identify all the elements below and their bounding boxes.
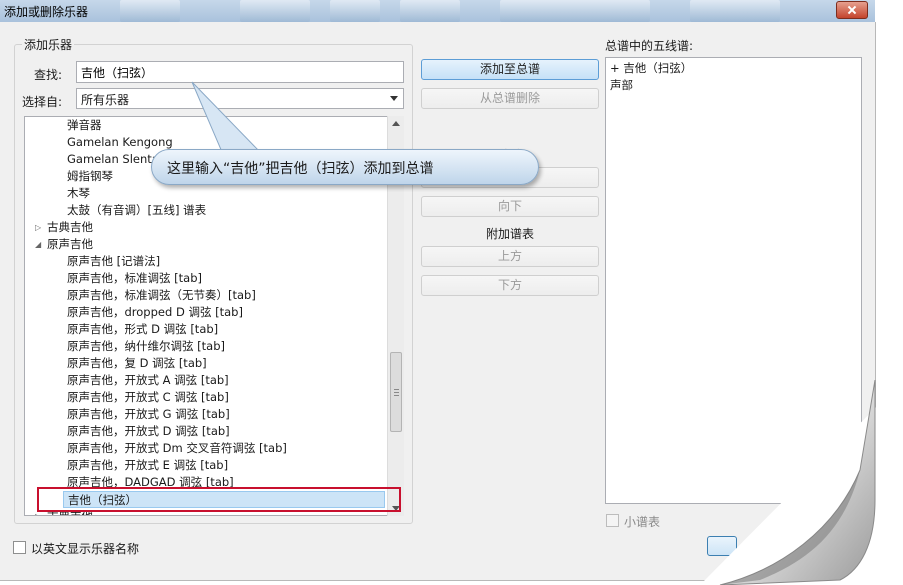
tree-expanded-icon[interactable]: ◢ xyxy=(35,236,41,253)
small-staff-label: 小谱表 xyxy=(624,515,661,529)
choose-from-label: 选择自: xyxy=(22,95,63,109)
english-names-checkbox[interactable] xyxy=(13,541,26,554)
score-staves-label: 总谱中的五线谱: xyxy=(605,39,694,53)
tree-collapsed-icon[interactable]: ▷ xyxy=(35,219,41,236)
tree-row-label: 原声吉他，形式 D 调弦 [tab] xyxy=(67,322,219,336)
tree-row-label: 原声吉他 [记谱法] xyxy=(67,254,161,268)
title-bar xyxy=(0,0,875,23)
tree-row[interactable]: 原声吉他，开放式 D 调弦 [tab] xyxy=(67,423,230,440)
tree-row-label: 弹音器 xyxy=(67,118,102,132)
score-staff-item[interactable]: 声部 xyxy=(610,77,633,94)
score-staff-item[interactable]: + 吉他（扫弦） xyxy=(610,60,692,77)
callout-text: 这里输入“吉他”把吉他（扫弦）添加到总谱 xyxy=(167,161,434,177)
tree-row-label: 原声吉他，标准调弦 [tab] xyxy=(67,271,202,285)
tree-row[interactable]: 原声吉他，dropped D 调弦 [tab] xyxy=(67,304,243,321)
add-instrument-group-label: 添加乐器 xyxy=(22,36,75,53)
tree-row[interactable]: 原声吉他，标准调弦（无节奏）[tab] xyxy=(67,287,256,304)
tree-row[interactable]: 原声吉他，开放式 A 调弦 [tab] xyxy=(67,372,229,389)
tree-row[interactable]: 弹音器 xyxy=(67,117,102,134)
tree-row-label: 原声吉他，开放式 A 调弦 [tab] xyxy=(67,373,229,387)
tree-row-label: 原声吉他，开放式 Dm 交叉音符调弦 [tab] xyxy=(67,441,287,455)
selected-instrument-highlight xyxy=(37,487,401,512)
tree-row[interactable]: 原声吉他，形式 D 调弦 [tab] xyxy=(67,321,218,338)
tree-row[interactable]: 原声吉他，开放式 G 调弦 [tab] xyxy=(67,406,230,423)
tree-row-label: 木琴 xyxy=(67,186,90,200)
page-curl-decoration xyxy=(700,380,903,585)
remove-from-score-button[interactable]: 从总谱删除 xyxy=(421,88,599,109)
tree-row-label: 太鼓（有音调）[五线] 谱表 xyxy=(67,203,207,217)
blurred-toolbar-item xyxy=(330,0,380,22)
below-button[interactable]: 下方 xyxy=(421,275,599,296)
blurred-toolbar-item xyxy=(240,0,310,22)
close-icon[interactable] xyxy=(836,1,868,19)
english-names-label: 以英文显示乐器名称 xyxy=(31,542,140,556)
tree-row-label: 原声吉他，标准调弦（无节奏）[tab] xyxy=(67,288,256,302)
tree-row-label: 原声吉他，复 D 调弦 [tab] xyxy=(67,356,207,370)
tree-row-label: 原声吉他，开放式 C 调弦 [tab] xyxy=(67,390,229,404)
tree-row-label: 原声吉他，纳什维尔调弦 [tab] xyxy=(67,339,225,353)
tree-row-label: 姆指钢琴 xyxy=(67,169,113,183)
callout-pointer xyxy=(191,81,262,153)
scroll-thumb[interactable] xyxy=(390,352,402,432)
extra-staff-label: 附加谱表 xyxy=(486,227,535,241)
blurred-toolbar-item xyxy=(690,0,780,22)
tree-row[interactable]: Gamelan Kengong xyxy=(67,134,173,151)
choose-from-value: 所有乐器 xyxy=(81,93,130,107)
above-button[interactable]: 上方 xyxy=(421,246,599,267)
tree-row[interactable]: 原声吉他 [记谱法] xyxy=(67,253,160,270)
tree-row[interactable]: 太鼓（有音调）[五线] 谱表 xyxy=(67,202,206,219)
blurred-toolbar-item xyxy=(400,0,460,22)
chevron-down-icon xyxy=(390,96,398,101)
tree-row-label: 古典吉他 xyxy=(47,220,93,234)
add-to-score-button[interactable]: 添加至总谱 xyxy=(421,59,599,80)
tree-row[interactable]: 原声吉他，标准调弦 [tab] xyxy=(67,270,202,287)
tree-row[interactable]: 原声吉他，复 D 调弦 [tab] xyxy=(67,355,207,372)
tree-row[interactable]: 木琴 xyxy=(67,185,90,202)
window-title: 添加或删除乐器 xyxy=(4,5,89,19)
tree-row-label: 原声吉他 xyxy=(47,237,93,251)
search-label: 查找: xyxy=(34,68,63,82)
tree-row[interactable]: 原声吉他，开放式 E 调弦 [tab] xyxy=(67,457,228,474)
small-staff-checkbox[interactable] xyxy=(606,514,619,527)
tree-row-label: 原声吉他，dropped D 调弦 [tab] xyxy=(67,305,243,319)
tree-row[interactable]: ▷ 古典吉他 xyxy=(35,219,93,236)
tree-row[interactable]: 原声吉他，开放式 Dm 交叉音符调弦 [tab] xyxy=(67,440,287,457)
tree-row-label: 原声吉他，开放式 E 调弦 [tab] xyxy=(67,458,229,472)
tree-row[interactable]: ◢ 原声吉他 xyxy=(35,236,93,253)
blurred-toolbar-item xyxy=(500,0,650,22)
tree-row-label: 原声吉他，开放式 G 调弦 [tab] xyxy=(67,407,230,421)
move-down-button[interactable]: 向下 xyxy=(421,196,599,217)
scroll-up-icon[interactable] xyxy=(392,121,400,126)
blurred-toolbar-item xyxy=(120,0,180,22)
tree-row-label: 原声吉他，开放式 D 调弦 [tab] xyxy=(67,424,230,438)
tree-row-label: Gamelan Kengong xyxy=(67,135,173,149)
tree-row[interactable]: 原声吉他，纳什维尔调弦 [tab] xyxy=(67,338,225,355)
tree-row[interactable]: 姆指钢琴 xyxy=(67,168,113,185)
tree-row[interactable]: 原声吉他，开放式 C 调弦 [tab] xyxy=(67,389,229,406)
